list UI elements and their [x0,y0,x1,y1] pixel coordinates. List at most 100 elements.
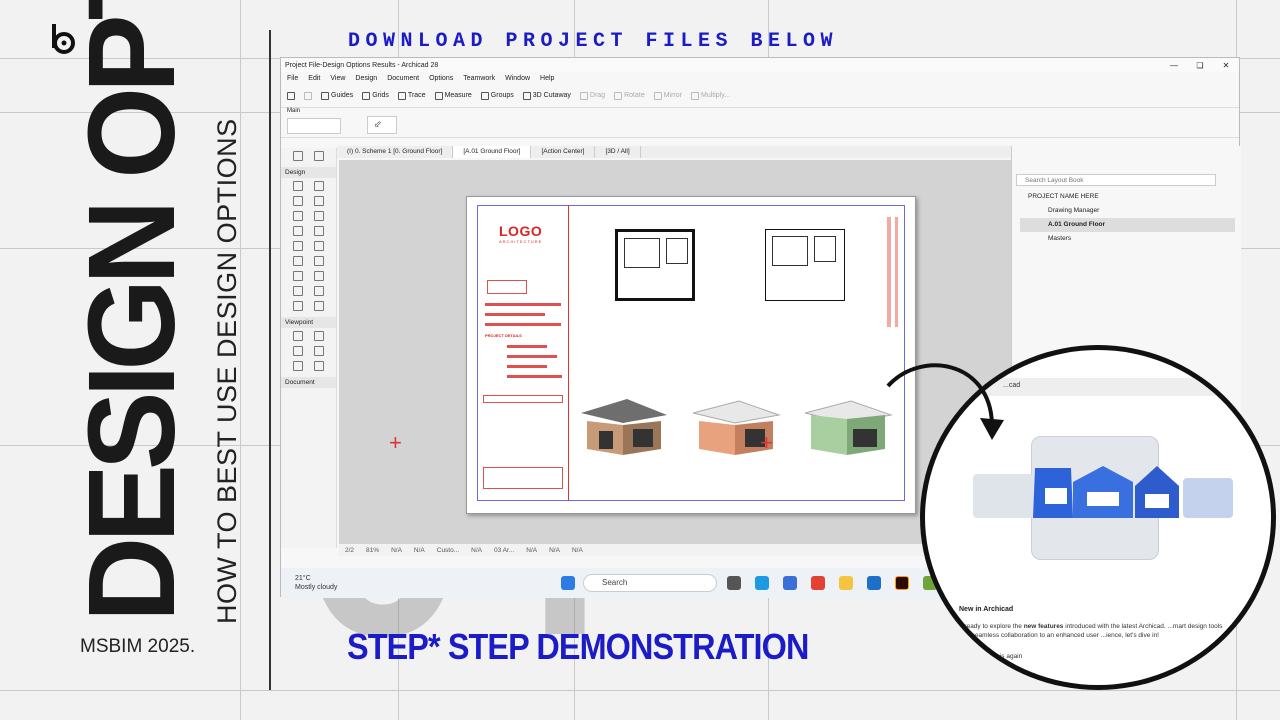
menu-design[interactable]: Design [355,75,377,82]
multiply-button[interactable]: Multiply... [691,91,731,100]
menu-document[interactable]: Document [387,75,419,82]
toolbox-viewpoint-header[interactable]: Viewpoint [281,317,336,328]
column-tool-icon[interactable] [292,196,303,206]
multiply-label: Multiply... [701,92,731,99]
section-tool-icon[interactable] [292,331,303,341]
design-tools [281,178,336,314]
title-block-line [485,313,545,316]
grids-button[interactable]: Grids [362,91,389,100]
poster-subtitle: HOW TO BEST USE DESIGN OPTIONS [212,118,242,624]
menu-teamwork[interactable]: Teamwork [463,75,495,82]
red-plus-marker: + [760,430,773,455]
status-na: N/A [413,546,425,554]
minimize-icon[interactable]: — [1161,61,1187,70]
groups-button[interactable]: Groups [480,91,514,100]
store-icon[interactable] [783,576,797,590]
rotate-button[interactable]: Rotate [614,91,645,100]
door-tool-icon[interactable] [292,211,303,221]
tab-3d-all[interactable]: [3D / All] [595,146,641,158]
layout-book-search-input[interactable] [1016,174,1216,186]
mesh-tool-icon[interactable] [314,286,325,296]
menu-view[interactable]: View [330,75,345,82]
beam-tool-icon[interactable] [314,196,325,206]
explorer-icon[interactable] [839,576,853,590]
task-view-icon[interactable] [727,576,741,590]
start-icon[interactable] [561,576,575,590]
status-layer[interactable]: 03 Ar... [494,547,514,554]
title-block-line [507,375,562,378]
drag-button[interactable]: Drag [579,91,605,100]
toolbox-design-header[interactable]: Design [281,167,336,178]
measure-button[interactable]: Measure [434,91,472,100]
measure-icon [434,91,443,100]
zoom-level[interactable]: 81% [366,547,379,554]
maximize-icon[interactable]: ❏ [1187,61,1213,70]
menu-edit[interactable]: Edit [308,75,320,82]
taskbar-search[interactable]: Search [583,574,717,592]
trace-button[interactable]: Trace [397,91,426,100]
nav-masters[interactable]: Masters [1020,232,1235,246]
roof-tool-icon[interactable] [292,241,303,251]
zone-tool-icon[interactable] [292,286,303,296]
morph-tool-icon[interactable] [292,301,303,311]
detail-tool-icon[interactable] [292,361,303,371]
tab-scheme-1[interactable]: (I) 0. Scheme 1 [0. Ground Floor] [337,146,454,158]
cutaway-button[interactable]: 3D Cutaway [522,91,571,100]
toolbox-document-header[interactable]: Document [281,377,336,388]
railing-tool-icon[interactable] [314,256,325,266]
opening-tool-icon[interactable] [314,301,325,311]
marquee-tool-icon[interactable] [314,151,325,161]
house-render-option-1 [581,399,667,455]
mirror-button[interactable]: Mirror [653,91,682,100]
tab-action-center[interactable]: [Action Center] [531,146,596,158]
window-tool-icon[interactable] [314,211,325,221]
arrow-tool-icon[interactable] [292,151,303,161]
status-na: N/A [391,546,402,554]
status-na: N/A [549,546,560,554]
edge-icon[interactable] [755,576,769,590]
tab-a01-ground-floor[interactable]: [A.01 Ground Floor] [453,146,532,158]
home-button[interactable] [287,91,295,100]
guides-button[interactable]: Guides [321,91,353,100]
arrow-tool-icon[interactable]: ⬃ [367,116,397,134]
slab-tool-icon[interactable] [314,181,325,191]
menu-window[interactable]: Window [505,75,530,82]
worksheet-tool-icon[interactable] [314,346,325,356]
download-banner: DOWNLOAD PROJECT FILES BELOW [348,30,839,53]
weather-temp: 21°C [295,575,311,582]
weather-widget[interactable]: 21°C Mostly cloudy [295,574,337,592]
illustrator-icon[interactable] [895,576,909,590]
archicad-icon[interactable] [867,576,881,590]
nav-drawing-manager[interactable]: Drawing Manager [1020,204,1235,218]
wall-tool-icon[interactable] [292,181,303,191]
title-block: LOGO ARCHITECTURE PROJECT DETAILS [477,205,569,501]
undo-button[interactable] [304,91,312,100]
lamp-tool-icon[interactable] [314,226,325,236]
camera-tool-icon[interactable] [314,361,325,371]
object-tool-icon[interactable] [292,226,303,236]
rotate-icon [614,91,623,100]
mirror-label: Mirror [663,92,682,99]
stair-tool-icon[interactable] [292,256,303,266]
title-block-stamp [483,467,563,489]
status-custom[interactable]: Custo... [437,547,459,554]
nav-project-root[interactable]: PROJECT NAME HERE [1020,190,1235,204]
red-plus-marker: + [389,430,402,455]
chrome-icon[interactable] [811,576,825,590]
menu-options[interactable]: Options [429,75,453,82]
title-block-line [507,355,557,358]
nav-a01-ground-floor[interactable]: A.01 Ground Floor [1020,218,1235,232]
dont-show-again-checkbox[interactable]: ...this again [989,653,1022,660]
elevation-tool-icon[interactable] [314,331,325,341]
close-icon[interactable]: ✕ [1213,61,1239,70]
guides-icon [321,91,329,100]
menu-help[interactable]: Help [540,75,554,82]
shell-tool-icon[interactable] [314,241,325,251]
menu-file[interactable]: File [287,75,298,82]
multiply-icon [691,91,699,100]
interior-elevation-tool-icon[interactable] [292,346,303,356]
curtain-wall-tool-icon[interactable] [292,271,303,281]
selection-settings-box[interactable] [287,118,341,134]
menu-bar: File Edit View Design Document Options T… [281,72,1239,84]
skylight-tool-icon[interactable] [314,271,325,281]
